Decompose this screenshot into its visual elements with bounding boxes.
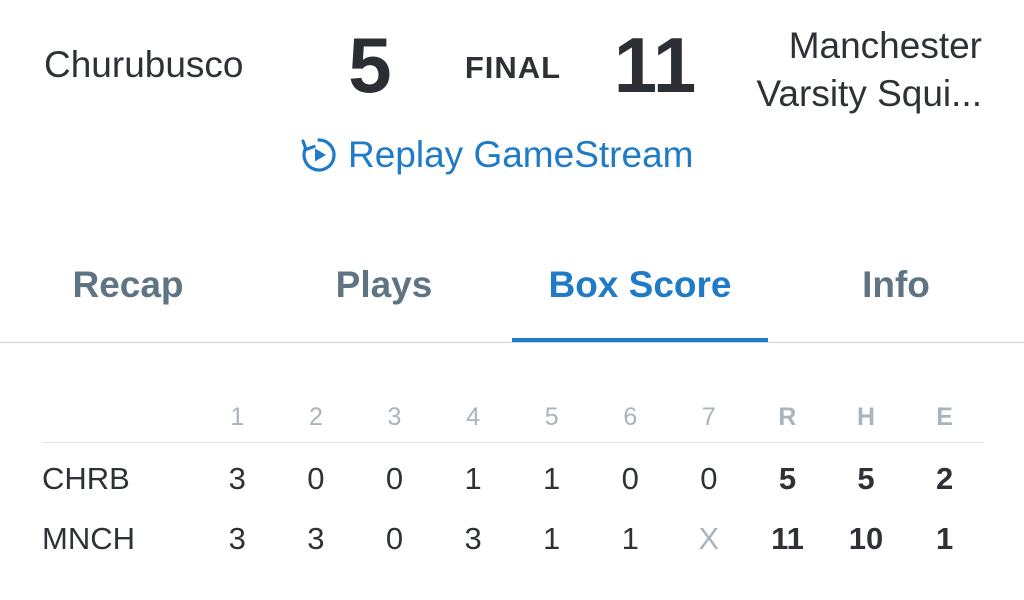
away-team-name: Churubusco bbox=[44, 44, 244, 85]
team-abbreviation: CHRB bbox=[42, 461, 130, 496]
home-team-name-line2: Varsity Squi... bbox=[756, 73, 982, 114]
inning-score: 1 bbox=[621, 521, 639, 556]
tab-info[interactable]: Info bbox=[768, 256, 1024, 342]
tab-recap[interactable]: Recap bbox=[0, 256, 256, 342]
inning-header-4: 4 bbox=[466, 402, 481, 431]
runs-total: 5 bbox=[778, 461, 797, 496]
errors-header: E bbox=[936, 402, 953, 431]
inning-header-3: 3 bbox=[387, 402, 402, 431]
inning-score: 3 bbox=[228, 521, 246, 556]
runs-header: R bbox=[778, 402, 797, 431]
inning-score: 1 bbox=[543, 521, 561, 556]
inning-score: X bbox=[698, 521, 720, 556]
inning-score: 1 bbox=[543, 461, 561, 496]
inning-score: 0 bbox=[385, 461, 404, 496]
hits-header: H bbox=[857, 402, 876, 431]
inning-header-5: 5 bbox=[544, 402, 559, 431]
home-team-name: Manchester Varsity Squi... bbox=[682, 22, 982, 118]
box-score-header-row: 1 2 3 4 5 6 7 R H E bbox=[42, 392, 984, 443]
inning-score: 0 bbox=[621, 461, 639, 496]
replay-gamestream-link[interactable]: Replay GameStream bbox=[300, 134, 693, 176]
table-row: MNCH 3 3 0 3 1 1 X 11 10 1 bbox=[42, 509, 984, 569]
tab-plays[interactable]: Plays bbox=[256, 256, 512, 342]
errors-total: 2 bbox=[936, 461, 954, 496]
table-row: CHRB 3 0 0 1 1 0 0 5 5 2 bbox=[42, 449, 984, 509]
inning-header-2: 2 bbox=[308, 402, 323, 431]
inning-score: 3 bbox=[464, 521, 482, 556]
inning-header-6: 6 bbox=[623, 402, 638, 431]
inning-score: 3 bbox=[228, 461, 246, 496]
team-abbreviation: MNCH bbox=[42, 521, 135, 556]
hits-total: 5 bbox=[857, 461, 875, 496]
inning-score: 3 bbox=[307, 521, 325, 556]
inning-header-1: 1 bbox=[230, 402, 245, 431]
tab-bar: Recap Plays Box Score Info bbox=[0, 256, 1024, 343]
home-team-name-line1: Manchester bbox=[788, 25, 982, 66]
hits-total: 10 bbox=[848, 521, 884, 556]
tab-box-score[interactable]: Box Score bbox=[512, 256, 768, 342]
inning-score: 0 bbox=[385, 521, 404, 556]
replay-icon bbox=[300, 136, 338, 174]
inning-header-7: 7 bbox=[701, 402, 716, 431]
box-score-table: 1 2 3 4 5 6 7 R H E CHRB 3 0 0 1 1 0 0 5… bbox=[42, 392, 984, 569]
game-status: FINAL bbox=[464, 50, 562, 85]
runs-total: 11 bbox=[771, 521, 804, 556]
inning-score: 0 bbox=[700, 461, 718, 496]
replay-label: Replay GameStream bbox=[348, 134, 694, 175]
away-team-score: 5 bbox=[348, 21, 392, 109]
inning-score: 1 bbox=[464, 461, 482, 496]
errors-total: 1 bbox=[936, 521, 954, 556]
inning-score: 0 bbox=[307, 461, 325, 496]
